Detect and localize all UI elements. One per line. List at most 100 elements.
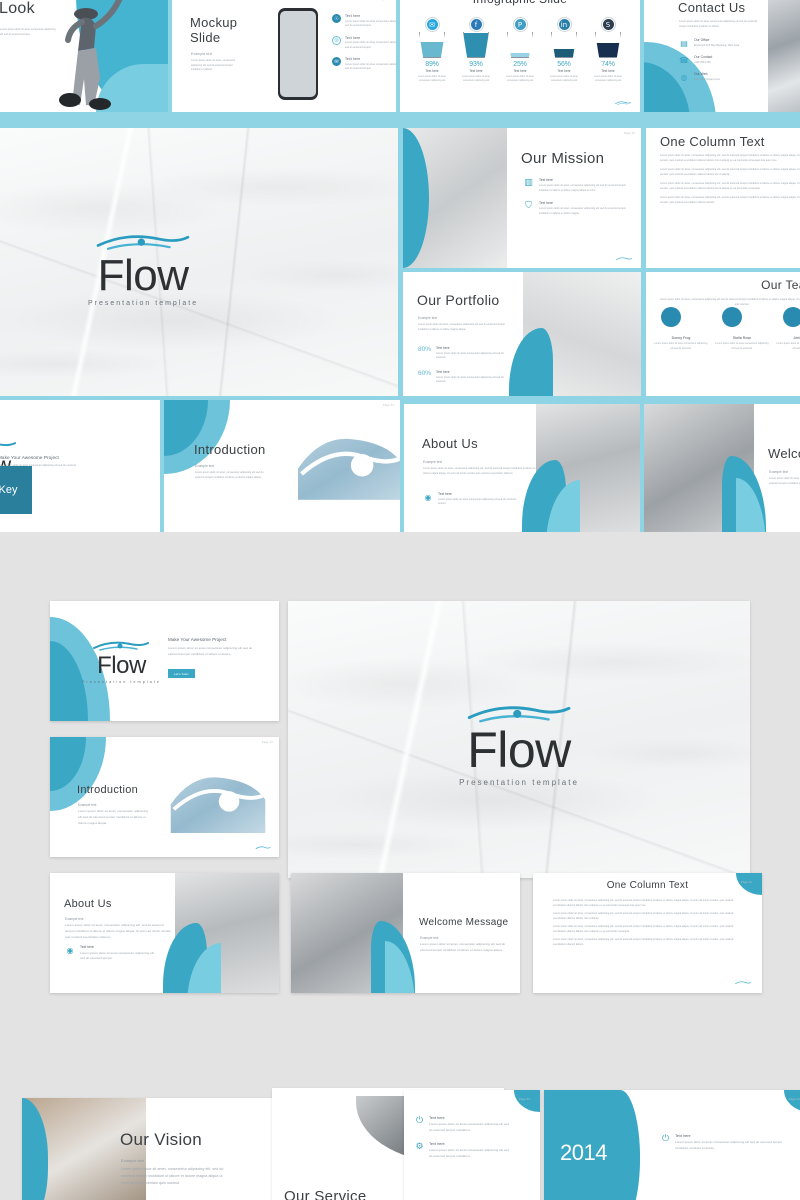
slide-one-column[interactable]: One Column Text Lorem ipsum dolor sit am… xyxy=(646,128,800,268)
team-member[interactable]: Donny Frog Lorem ipsum dolor sit amet con… xyxy=(654,307,708,351)
slide-vision[interactable]: Page 01 Our Vision Example text Lorem ip… xyxy=(22,1098,300,1200)
infographic-item[interactable]: P 25% Text here Lorem ipsum dolor sit amet … xyxy=(502,18,538,83)
list-item[interactable]: ⏻ Text here Lorem ipsum dolor sit amet c… xyxy=(660,1134,795,1152)
card-one-column[interactable]: Page 01 One Column Text Lorem ipsum dolo… xyxy=(533,873,762,993)
slide-year[interactable]: Page 01 2014 ⏻ Text here Lorem ipsum dol… xyxy=(544,1090,800,1200)
jar-shape xyxy=(419,32,445,58)
jar-fill xyxy=(464,33,488,57)
lightbulb-icon: ⏻ xyxy=(415,1116,424,1126)
slide-about[interactable]: About Us Example text Lorem ipsum dolor … xyxy=(404,404,640,532)
slide-cover-flow[interactable]: Flow Presentation template xyxy=(0,128,398,396)
slide-title: Our Team xyxy=(761,278,800,292)
teal-shape xyxy=(509,328,553,396)
card-welcome[interactable]: Welcome Message Example text Lorem ipsum… xyxy=(291,873,520,993)
contact-body: Boulevard 123 Way Bandung, West Java xyxy=(694,43,740,47)
slide-list[interactable]: Page 01 ⏻ Text here Lorem ipsum dolor si… xyxy=(404,1090,540,1200)
slide-body: Lorem ipsum dolor sit amet, consectetur … xyxy=(65,923,171,939)
card-introduction[interactable]: Page 01 Introduction Example text Lorem … xyxy=(50,737,279,857)
key-button[interactable]: Key xyxy=(0,466,32,514)
slide-team[interactable]: Our Team Lorem ipsum dolor sit amet, con… xyxy=(646,272,800,396)
about-feature[interactable]: ◉ Text here Lorem ipsum dolor sit amet c… xyxy=(65,945,156,962)
contact-item[interactable]: ☎ Our Contact +002 2544 335 xyxy=(679,55,756,65)
infographic-item[interactable]: ✉ 89% Text here Lorem ipsum dolor sit amet … xyxy=(414,18,450,83)
mission-item[interactable]: ▥ Text here Lorem ipsum dolor sit amet, … xyxy=(523,178,635,193)
feature-body: Lorem ipsum dolor sit amet consectetur a… xyxy=(345,41,396,49)
phone-screen xyxy=(280,11,316,97)
slide-portfolio[interactable]: Our Portfolio Example text Lorem ipsum d… xyxy=(403,272,641,396)
item-label: Text here xyxy=(425,69,439,73)
flow-wave-icon xyxy=(735,981,752,985)
card-about[interactable]: About Us Example text Lorem ipsum dolor … xyxy=(50,873,279,993)
infographic-item[interactable]: f 93% Text here Lorem ipsum dolor sit amet … xyxy=(458,18,494,83)
page-number: Page 01 xyxy=(518,1098,530,1101)
list-title: Text here xyxy=(675,1134,691,1138)
team-member[interactable]: Jenifer Bray Lorem ipsum dolor sit amet c… xyxy=(776,307,800,351)
slide-mockup[interactable]: Page 01 MockupSlide Example text Lorem i… xyxy=(172,0,396,112)
contact-body: +002 2544 335 xyxy=(694,60,711,64)
slide-mission[interactable]: Page 01 Our Mission ▥ Text here Lorem ip… xyxy=(403,128,641,268)
slide-title: Introduction xyxy=(77,784,139,796)
example-label: Example text xyxy=(121,1158,145,1163)
mission-item[interactable]: ⛉ Text here Lorem ipsum dolor sit amet, … xyxy=(523,201,635,216)
slide-cover-key[interactable]: Flow Presentation template Make Your Awe… xyxy=(0,400,160,532)
slide-body: Lorem ipsum dolor sit amet, consectetur … xyxy=(418,323,506,331)
paragraph: Lorem ipsum dolor sit amet, consectetur … xyxy=(553,925,734,933)
percent-value: 74% xyxy=(601,61,615,68)
feature-item[interactable]: ◎ Text here Lorem ipsum dolor sit amet c… xyxy=(332,35,396,51)
list-item[interactable]: ⏻ Text here Lorem ipsum dolor sit amet c… xyxy=(414,1116,511,1134)
portfolio-body: Lorem ipsum dolor sit amet consectetur a… xyxy=(436,375,504,384)
infographic-item[interactable]: S 74% Text here Lorem ipsum dolor sit amet … xyxy=(590,18,626,83)
portfolio-item[interactable]: 60% Text here Lorem ipsum dolor sit amet… xyxy=(418,370,514,385)
telephone-icon: ☎ xyxy=(679,55,689,65)
feature-item[interactable]: ☉ Text here Lorem ipsum dolor sit amet c… xyxy=(332,14,396,29)
percent-value: 56% xyxy=(557,61,571,68)
paragraph: Lorem ipsum dolor sit amet, consectetur … xyxy=(660,168,800,176)
slide-welcome[interactable]: Welcome Message Example text Lorem ipsum… xyxy=(644,404,800,532)
page-number: Page 01 xyxy=(261,741,273,744)
mission-title: Text here xyxy=(539,178,553,182)
member-name: Jenifer Bray xyxy=(793,336,800,340)
brand-name: Flow xyxy=(467,721,571,778)
portfolio-percent: 80% xyxy=(418,346,432,353)
slide-body: Lorem ipsum dolor sit amet, consectetur … xyxy=(420,942,506,952)
infographic-item[interactable]: in 56% Text here Lorem ipsum dolor sit amet… xyxy=(546,18,582,83)
eye-graphic xyxy=(298,438,400,500)
jar-fill xyxy=(508,53,532,57)
portfolio-percent: 60% xyxy=(418,370,432,377)
example-label: Example text xyxy=(191,52,213,56)
list-item[interactable]: ⚙ Text here Lorem ipsum dolor sit amet c… xyxy=(414,1142,511,1160)
paragraph: Lorem ipsum dolor sit amet, consectetur … xyxy=(660,154,800,162)
card-cover-flow[interactable]: Flow Presentation template Make Your Awe… xyxy=(50,601,279,721)
feature-list: ☉ Text here Lorem ipsum dolor sit amet c… xyxy=(332,14,396,79)
contact-item[interactable]: ▤ Our Office Boulevard 123 Way Bandung, … xyxy=(679,38,756,48)
item-body: Lorem ipsum dolor sit amet consectetur a… xyxy=(594,76,622,83)
slide-contact[interactable]: Contact Us Lorem ipsum dolor sit amet co… xyxy=(644,0,800,112)
team-member[interactable]: Stella Rose Lorem ipsum dolor sit amet co… xyxy=(715,307,769,351)
page-number: Page 01 xyxy=(788,1098,800,1101)
teal-corner-shape xyxy=(784,1090,800,1112)
slide-look[interactable]: Look Lorem ipsum dolor sit amet consecte… xyxy=(0,0,168,112)
start-button[interactable]: Let's Start xyxy=(168,669,195,678)
people-icon: ⛉ xyxy=(525,201,532,212)
contact-item[interactable]: ◍ Our Web www.yourcompany.com xyxy=(679,72,756,82)
example-label: Example text xyxy=(418,316,438,320)
slide-title: About Us xyxy=(422,436,478,451)
about-feature[interactable]: ◉ Text here Lorem ipsum dolor sit amet c… xyxy=(423,492,520,507)
portfolio-title: Text here xyxy=(436,370,450,374)
feature-item[interactable]: ✉ Text here Lorem ipsum dolor sit amet c… xyxy=(332,57,396,72)
slide-introduction[interactable]: Page 01 Introduction Example text Lorem … xyxy=(164,400,400,532)
slide-body: Lorem ipsum dolor sit amet, consectetur … xyxy=(195,471,264,479)
flow-wave-icon xyxy=(616,257,633,261)
pinterest-icon: P xyxy=(513,18,527,31)
slide-infographic[interactable]: Infographic Slide ✉89%Text hereLorem ips… xyxy=(400,0,640,112)
card-cover-flow-large[interactable]: Flow Presentation template xyxy=(288,601,750,878)
percent-value: 93% xyxy=(469,61,483,68)
item-body: Lorem ipsum dolor sit amet consectetur a… xyxy=(550,76,578,83)
envelope-icon: ✉ xyxy=(332,57,341,67)
item-label: Text here xyxy=(557,69,571,73)
member-bio: Lorem ipsum dolor sit amet consectetur a… xyxy=(776,342,800,350)
slide-title: Introduction xyxy=(194,442,266,457)
portfolio-item[interactable]: 80% Text here Lorem ipsum dolor sit amet… xyxy=(418,346,514,361)
page-number: Page 01 xyxy=(379,0,390,1)
feature-title: Text here xyxy=(80,945,94,949)
